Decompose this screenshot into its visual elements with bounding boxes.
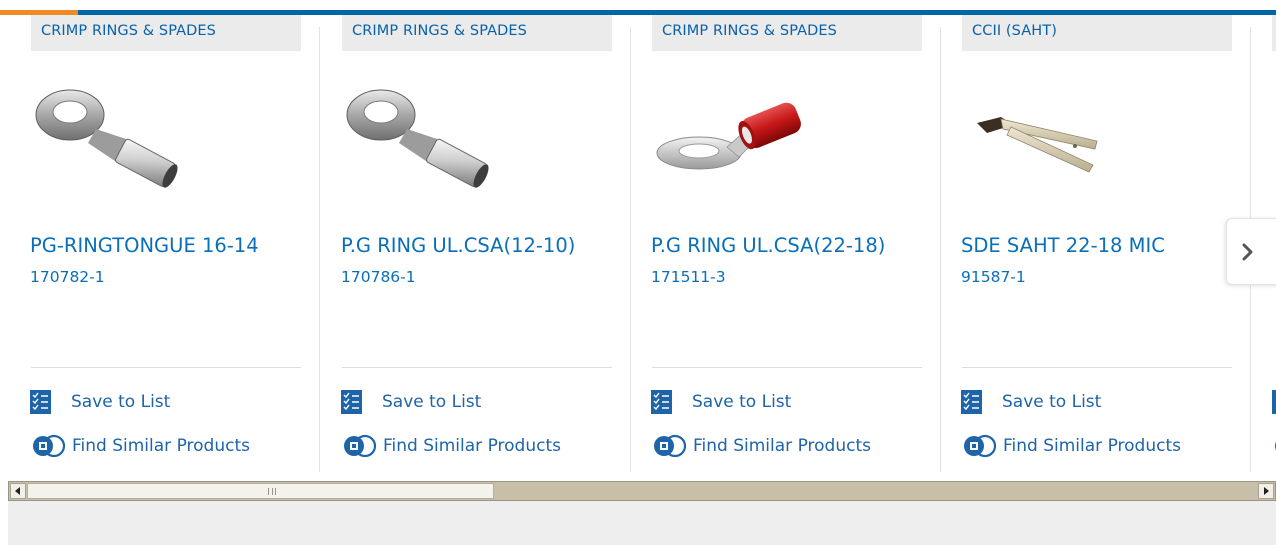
page-background-area [8, 501, 1276, 545]
card-separator [31, 367, 301, 368]
save-to-list-button[interactable]: Save to List [341, 390, 481, 414]
arrow-right-icon [1264, 487, 1269, 495]
save-to-list-button[interactable]: Save to List [961, 390, 1101, 414]
checklist-icon [30, 390, 51, 414]
part-number-link[interactable]: 170786-1 [341, 268, 416, 286]
product-carousel: CRIMP RINGS & SPADES PG-RINGTONGUE 16-14… [10, 15, 1276, 472]
checklist-icon [341, 390, 362, 414]
find-similar-label: Find Similar Products [72, 436, 250, 456]
find-similar-products-button[interactable]: Find Similar Products [30, 434, 250, 458]
crimp-hand-tool-image[interactable] [957, 77, 1117, 197]
category-text[interactable]: CCII (SAHT) [972, 24, 1057, 39]
category-label[interactable]: CRIMP RINGS & SPADES [31, 15, 301, 51]
chevron-right-icon [1242, 243, 1252, 260]
card-separator [342, 367, 612, 368]
product-card: CRIMP RINGS & SPADES P.G RING UL.CSA(22-… [631, 15, 941, 472]
save-to-list-label: Save to List [1002, 392, 1102, 412]
find-similar-label: Find Similar Products [383, 436, 561, 456]
save-to-list-button[interactable]: Save to List [30, 390, 170, 414]
category-label[interactable]: CCII (SAHT) [962, 15, 1232, 51]
checklist-icon [961, 390, 982, 414]
scroll-left-button[interactable] [10, 483, 26, 499]
product-card: CCII (SAHT) SDE SAHT 22-18 MIC 91587-1 S… [941, 15, 1251, 472]
arrow-left-icon [15, 487, 20, 495]
save-to-list-button[interactable] [1272, 390, 1276, 414]
find-similar-icon [33, 434, 66, 458]
save-to-list-label: Save to List [71, 392, 171, 412]
save-to-list-label: Save to List [382, 392, 482, 412]
ring-terminal-image[interactable] [337, 77, 497, 197]
part-number-link[interactable]: 91587-1 [961, 268, 1026, 286]
horizontal-scrollbar[interactable] [8, 481, 1276, 501]
product-title-link[interactable]: PG-RINGTONGUE 16-14 [30, 234, 259, 257]
find-similar-products-button[interactable]: Find Similar Products [341, 434, 561, 458]
scrollbar-thumb[interactable] [27, 483, 494, 499]
product-title-link[interactable]: P.G RING UL.CSA(22-18) [651, 234, 885, 257]
card-separator [652, 367, 922, 368]
product-card: CRIMP RINGS & SPADES PG-RINGTONGUE 16-14… [10, 15, 320, 472]
find-similar-icon [1275, 441, 1276, 451]
scrollbar-grip [268, 488, 276, 495]
scroll-right-button[interactable] [1258, 483, 1274, 499]
category-label [1272, 15, 1276, 51]
category-text[interactable]: CRIMP RINGS & SPADES [662, 24, 837, 39]
product-title-link[interactable]: SDE SAHT 22-18 MIC [961, 234, 1165, 257]
card-divider [319, 27, 320, 472]
product-card: CRIMP RINGS & SPADES P.G RING UL.CSA(12-… [321, 15, 631, 472]
part-number-link[interactable]: 170782-1 [30, 268, 105, 286]
part-number-link[interactable]: 171511-3 [651, 268, 726, 286]
category-text[interactable]: CRIMP RINGS & SPADES [41, 24, 216, 39]
category-label[interactable]: CRIMP RINGS & SPADES [652, 15, 922, 51]
checklist-icon [1272, 390, 1276, 414]
ring-terminal-image[interactable] [26, 77, 186, 197]
card-separator [962, 367, 1232, 368]
insulated-red-ring-terminal-image[interactable] [647, 77, 807, 197]
carousel-next-button[interactable] [1226, 218, 1276, 285]
find-similar-label: Find Similar Products [1003, 436, 1181, 456]
save-to-list-button[interactable]: Save to List [651, 390, 791, 414]
find-similar-icon [654, 434, 687, 458]
find-similar-products-button[interactable]: Find Similar Products [961, 434, 1181, 458]
find-similar-icon [344, 434, 377, 458]
category-label[interactable]: CRIMP RINGS & SPADES [342, 15, 612, 51]
product-title-link[interactable]: P.G RING UL.CSA(12-10) [341, 234, 575, 257]
find-similar-icon [964, 434, 997, 458]
find-similar-label: Find Similar Products [693, 436, 871, 456]
checklist-icon [651, 390, 672, 414]
category-text[interactable]: CRIMP RINGS & SPADES [352, 24, 527, 39]
find-similar-products-button[interactable] [1272, 434, 1276, 458]
save-to-list-label: Save to List [692, 392, 792, 412]
find-similar-products-button[interactable]: Find Similar Products [651, 434, 871, 458]
